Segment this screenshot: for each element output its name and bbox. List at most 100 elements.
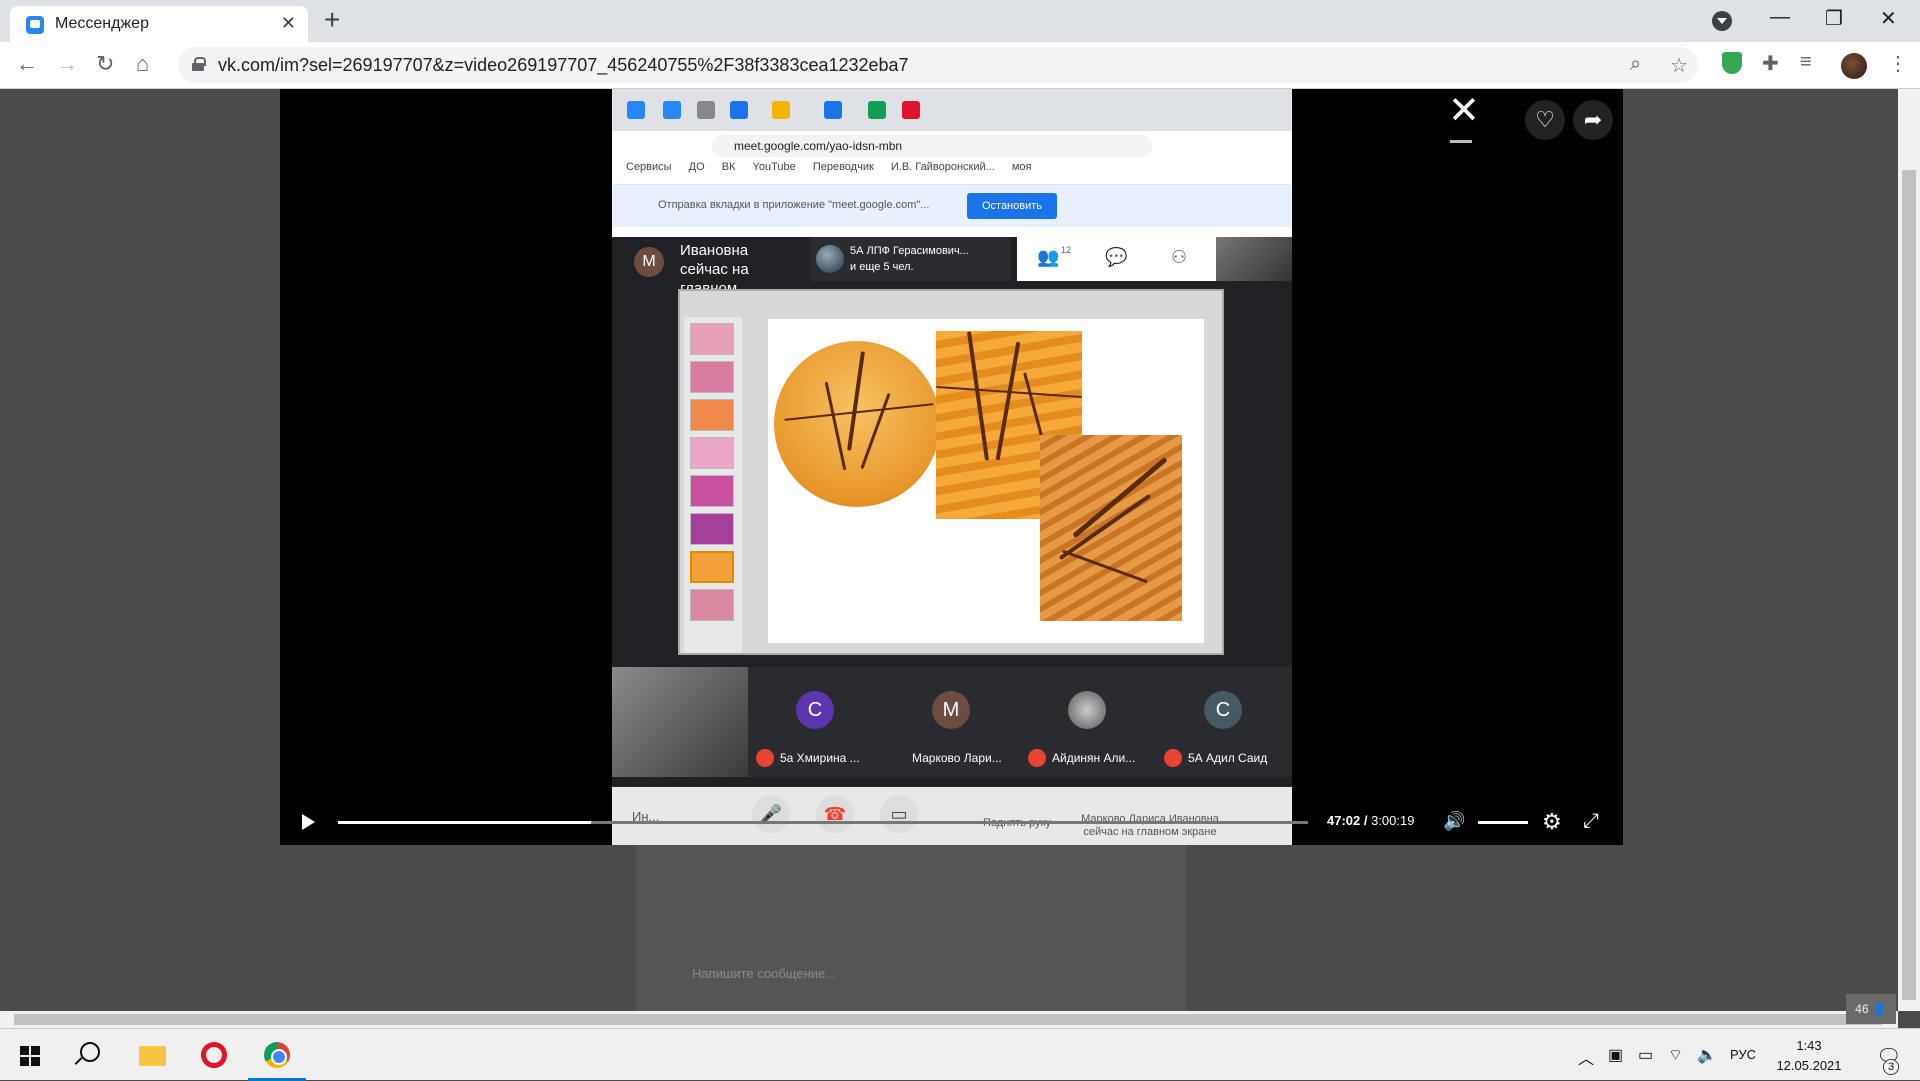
progress-bar[interactable] xyxy=(338,821,1308,824)
participant-name: Марково Лари... xyxy=(912,751,1002,765)
browser-toolbar: ← → ↻ ⌂ vk.com/im?sel=269197707&z=video2… xyxy=(0,42,1920,89)
meeting-info: 5А ЛПФ Герасимович... и еще 5 чел. xyxy=(810,237,1010,281)
restore-button[interactable]: ❐ xyxy=(1825,6,1843,31)
recorded-url: meet.google.com/yao-idsn-mbn xyxy=(712,135,1152,157)
message-input[interactable]: Напишите сообщение... xyxy=(692,966,1042,981)
recorded-tab-icon xyxy=(868,101,886,119)
profile-avatar[interactable] xyxy=(1841,53,1867,79)
speaker-icon[interactable]: 🔈 xyxy=(1697,1045,1717,1065)
tab-title: Мессенджер xyxy=(55,15,149,32)
menu-icon[interactable]: ⋮ xyxy=(1888,51,1908,76)
bookmark-item: моя xyxy=(1011,161,1032,173)
close-tab-icon[interactable]: ✕ xyxy=(281,13,296,34)
slide-thumbnail xyxy=(690,437,734,469)
reload-icon[interactable]: ↻ xyxy=(96,51,114,77)
bookmark-star-icon[interactable]: ☆ xyxy=(1670,53,1688,78)
cast-infobar: Отправка вкладки в приложение "meet.goog… xyxy=(612,185,1292,227)
histology-image xyxy=(774,341,940,507)
self-video-tile xyxy=(612,667,748,777)
mic-off-icon xyxy=(1028,749,1046,767)
slide-thumbnail xyxy=(690,323,734,355)
media-control-icon[interactable]: ≡ xyxy=(1800,51,1812,74)
clock-date: 12.05.2021 xyxy=(1776,1058,1842,1073)
cast-text: Отправка вкладки в приложение "meet.goog… xyxy=(658,199,930,211)
vertical-scroll-thumb[interactable] xyxy=(1902,170,1916,1000)
volume-icon[interactable]: 🔊 xyxy=(1443,811,1465,832)
minimize-video-icon[interactable] xyxy=(1450,140,1472,143)
presenter-avatar: М xyxy=(634,247,664,277)
address-bar[interactable]: vk.com/im?sel=269197707&z=video269197707… xyxy=(178,47,1698,83)
search-icon[interactable] xyxy=(80,1042,100,1062)
chat-icon: 💬 xyxy=(1105,247,1128,267)
meeting-globe-icon xyxy=(816,245,844,273)
chevron-up-icon[interactable]: ︿ xyxy=(1578,1045,1594,1069)
opera-icon[interactable] xyxy=(201,1042,227,1068)
language-indicator[interactable]: РУС xyxy=(1730,1047,1756,1062)
minimize-button[interactable]: — xyxy=(1770,6,1790,29)
lock-icon[interactable] xyxy=(192,57,206,71)
slide-thumbnails xyxy=(684,317,742,653)
slide-thumbnail xyxy=(690,475,734,507)
progress-fill xyxy=(338,821,592,824)
mic-off-icon xyxy=(756,749,774,767)
wifi-icon[interactable]: ⌔ xyxy=(1668,1045,1683,1065)
network-drive-icon[interactable]: ▣ xyxy=(1608,1045,1623,1065)
new-tab-button[interactable]: + xyxy=(324,6,340,34)
slide-thumbnail xyxy=(690,513,734,545)
bookmark-item: Переводчик xyxy=(812,161,874,173)
recorded-tab-icon xyxy=(824,101,842,119)
bookmark-item: ВК xyxy=(721,161,736,173)
close-video-icon[interactable]: ✕ xyxy=(1448,92,1480,130)
participant-avatar xyxy=(1068,691,1106,729)
participant-avatar: С xyxy=(796,691,834,729)
histology-image xyxy=(1040,435,1182,621)
participant-avatar: М xyxy=(932,691,970,729)
participant-tile: М Марково Лари... xyxy=(884,667,1020,777)
fullscreen-icon[interactable]: ⤢ xyxy=(1583,810,1599,833)
zoom-icon[interactable]: ⌕ xyxy=(1630,53,1641,76)
bookmark-item: И.В. Гайворонский... xyxy=(890,161,995,173)
back-icon[interactable]: ← xyxy=(16,51,38,77)
shared-presentation xyxy=(678,289,1224,655)
participant-tile: Айдинян Али... xyxy=(1020,667,1156,777)
mic-off-icon xyxy=(1164,749,1182,767)
activities-icon: ⚇ xyxy=(1171,247,1188,267)
tab-strip: Мессенджер ✕ + — ❐ ✕ xyxy=(0,0,1920,42)
slide-thumbnail xyxy=(690,361,734,393)
duration: 3:00:19 xyxy=(1371,813,1415,828)
recorded-tabstrip xyxy=(612,89,1292,131)
slide-thumbnail-active xyxy=(690,551,734,583)
recorded-tab-icon xyxy=(902,101,920,119)
recorded-tab-icon xyxy=(627,101,645,119)
clock-time: 1:43 xyxy=(1796,1038,1822,1053)
participant-name: Айдинян Али... xyxy=(1052,751,1136,765)
adblock-shield-icon[interactable] xyxy=(1722,52,1742,74)
volume-slider[interactable] xyxy=(1478,821,1528,824)
file-explorer-icon[interactable] xyxy=(139,1046,166,1066)
participant-name: 5А Адил Саид xyxy=(1188,751,1268,765)
share-icon[interactable]: ➦ xyxy=(1573,100,1613,140)
url-text: vk.com/im?sel=269197707&z=video269197707… xyxy=(218,55,909,75)
video-frame: meet.google.com/yao-idsn-mbn Сервисы ДО … xyxy=(612,89,1292,845)
system-clock[interactable]: 1:43 12.05.2021 xyxy=(1774,1036,1844,1076)
slide-thumbnail xyxy=(690,589,734,621)
home-icon[interactable]: ⌂ xyxy=(136,51,149,77)
forward-icon[interactable]: → xyxy=(56,51,78,77)
browser-tab[interactable]: Мессенджер ✕ xyxy=(10,6,308,42)
recorded-tab-icon xyxy=(730,101,748,119)
like-heart-icon[interactable]: ♡ xyxy=(1525,100,1565,140)
chrome-icon[interactable] xyxy=(264,1042,290,1068)
extensions-icon[interactable]: ✚ xyxy=(1762,51,1779,76)
play-icon[interactable] xyxy=(302,814,315,830)
battery-icon[interactable]: ▭ xyxy=(1638,1045,1653,1065)
bookmark-item: ДО xyxy=(688,161,705,173)
close-window-button[interactable]: ✕ xyxy=(1880,6,1897,31)
self-video-thumbnail xyxy=(1216,237,1292,281)
settings-gear-icon[interactable]: ⚙ xyxy=(1542,809,1562,835)
tab-search-icon[interactable] xyxy=(1712,11,1732,31)
windows-start-icon[interactable] xyxy=(20,1046,40,1066)
recorded-tab-icon xyxy=(772,101,790,119)
participant-name: 5а Хмирина ... xyxy=(780,751,860,765)
meeting-more: и еще 5 чел. xyxy=(850,261,914,273)
horizontal-scroll-thumb[interactable] xyxy=(14,1014,1882,1025)
